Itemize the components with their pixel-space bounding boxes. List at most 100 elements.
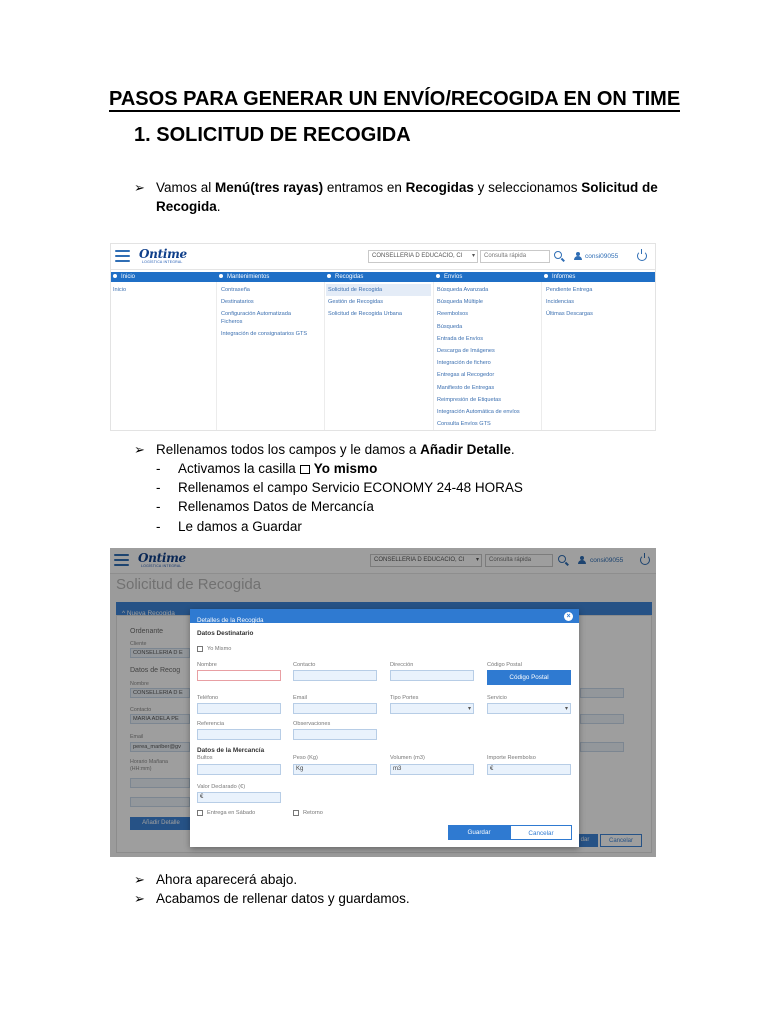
menu-head-recogidas[interactable]: Recogidas: [327, 272, 363, 282]
chevron-down-icon: ▾: [564, 706, 568, 712]
menu-item-envios[interactable]: Búsqueda Avanzada: [437, 284, 520, 296]
menu-item-envios[interactable]: Manifiesto de Entregas: [437, 382, 520, 394]
codigo-postal-button[interactable]: Código Postal: [487, 670, 571, 685]
menu-item-solicitud-urbana[interactable]: Solicitud de Recogida Urbana: [326, 308, 431, 320]
form-screenshot: Ontime LOGÍSTICA INTEGRAL CONSELLERIA D …: [110, 548, 656, 857]
datos-destinatario-heading: Datos Destinatario: [197, 630, 254, 637]
menu-item-configuracion-ficheros[interactable]: Configuración Automatizada Ficheros: [221, 308, 311, 328]
observaciones-input[interactable]: [293, 729, 377, 740]
referencia-input[interactable]: [197, 729, 281, 740]
yo-mismo-checkbox[interactable]: [197, 646, 203, 652]
menu-column-recogidas: Solicitud de Recogida Gestión de Recogid…: [326, 284, 431, 321]
menu-item-envios[interactable]: Integración Automática de envíos: [437, 406, 520, 418]
tipo-portes-label: Tipo Portes: [390, 695, 419, 701]
arrow-bullet-icon: ➢: [134, 180, 145, 195]
power-icon[interactable]: [637, 249, 647, 261]
retorno-checkbox[interactable]: [293, 810, 299, 816]
search-icon[interactable]: [554, 251, 562, 259]
guardar-button[interactable]: Guardar: [448, 825, 510, 840]
step-1-text: Vamos al Menú(tres rayas) entramos en Re…: [156, 180, 658, 214]
volumen-label: Volumen (m3): [390, 755, 425, 761]
menu-item-pendiente-entrega[interactable]: Pendiente Entrega: [546, 284, 593, 296]
modal-header: Detalles de la Recogida: [190, 609, 579, 624]
menu-item-incidencias[interactable]: Incidencias: [546, 296, 593, 308]
valor-declarado-label: Valor Declarado (€): [197, 784, 246, 790]
menu-column-envios: Búsqueda Avanzada Búsqueda Múltiple Reem…: [437, 284, 520, 430]
sub-step-3: - Rellenamos Datos de Mercancía: [156, 499, 374, 514]
nombre-input[interactable]: [197, 670, 281, 681]
sub-step-2: - Rellenamos el campo Servicio ECONOMY 24…: [156, 480, 523, 495]
menu-item-inicio[interactable]: Inicio: [113, 284, 126, 296]
step-4-text: Acabamos de rellenar datos y guardamos.: [156, 891, 410, 906]
menu-column-informes: Pendiente Entrega Incidencias Últimas De…: [546, 284, 593, 321]
app-topbar: Ontime LOGÍSTICA INTEGRAL CONSELLERIA D …: [111, 244, 655, 270]
bultos-label: Bultos: [197, 755, 213, 761]
entrega-sabado-checkbox[interactable]: [197, 810, 203, 816]
menu-head-informes[interactable]: Informes: [544, 272, 575, 282]
menu-head-mantenimientos[interactable]: Mantenimientos: [219, 272, 269, 282]
menu-item-gestion-recogidas[interactable]: Gestión de Recogidas: [326, 296, 431, 308]
importe-reembolso-label: Importe Reembolso: [487, 755, 536, 761]
peso-label: Peso (Kg): [293, 755, 318, 761]
menu-item-envios[interactable]: Reembolsos: [437, 308, 520, 320]
menu-item-envios[interactable]: Integración de fichero: [437, 357, 520, 369]
close-icon[interactable]: ×: [564, 612, 573, 621]
menu-column-mantenimientos: Contraseña Destinatarios Configuración A…: [221, 284, 311, 341]
section-title: 1. SOLICITUD DE RECOGIDA: [134, 124, 411, 146]
volumen-input[interactable]: m3: [390, 764, 474, 775]
menu-head-inicio[interactable]: Inicio: [113, 272, 135, 282]
ontime-logo: Ontime: [139, 247, 187, 261]
checkbox-icon: [299, 465, 310, 474]
menu-header-bar: Inicio Mantenimientos Recogidas Envíos I…: [111, 272, 655, 282]
chevron-down-icon: ▾: [467, 706, 471, 712]
bullet-step-4: ➢ Acabamos de rellenar datos y guardamos…: [134, 889, 674, 908]
yo-mismo-label: Yo Mismo: [207, 646, 232, 652]
email-input[interactable]: [293, 703, 377, 714]
retorno-label: Retorno: [303, 810, 323, 816]
menu-item-integracion-gts[interactable]: Integración de consignatarios GTS: [221, 328, 311, 340]
document-title: PASOS PARA GENERAR UN ENVÍO/RECOGIDA EN …: [109, 88, 681, 112]
servicio-label: Servicio: [487, 695, 507, 701]
arrow-bullet-icon: ➢: [134, 891, 145, 906]
datos-mercancia-heading: Datos de la Mercancía: [197, 747, 265, 754]
menu-item-envios[interactable]: Búsqueda: [437, 321, 520, 333]
chevron-down-icon: ▾: [471, 253, 475, 259]
importe-reembolso-input[interactable]: €: [487, 764, 571, 775]
bultos-input[interactable]: [197, 764, 281, 775]
menu-item-contrasena[interactable]: Contraseña: [221, 284, 311, 296]
arrow-bullet-icon: ➢: [134, 442, 145, 457]
hamburger-menu-icon[interactable]: [115, 250, 130, 262]
menu-head-envios[interactable]: Envíos: [436, 272, 462, 282]
sub-step-1: - Activamos la casilla Yo mismo: [156, 461, 378, 476]
bullet-step-1: ➢ Vamos al Menú(tres rayas) entramos en …: [134, 178, 674, 216]
company-select[interactable]: CONSELLERIA D EDUCACIO, CI ▾: [368, 250, 478, 263]
menu-item-solicitud-recogida[interactable]: Solicitud de Recogida: [326, 284, 431, 297]
peso-input[interactable]: Kg: [293, 764, 377, 775]
step-3-text: Ahora aparecerá abajo.: [156, 872, 298, 887]
username-label[interactable]: consi09055: [585, 253, 618, 260]
quick-search-input[interactable]: Consulta rápida: [480, 250, 550, 263]
menu-item-envios[interactable]: Consulta Envíos GTS: [437, 418, 520, 430]
tipo-portes-select[interactable]: ▾: [390, 703, 474, 714]
contacto-input[interactable]: [293, 670, 377, 681]
email-label: Email: [293, 695, 307, 701]
menu-column-inicio: Inicio: [113, 284, 126, 296]
direccion-input[interactable]: [390, 670, 474, 681]
user-icon: [574, 252, 582, 260]
menu-item-destinatarios[interactable]: Destinatarios: [221, 296, 311, 308]
step-2-text: Rellenamos todos los campos y le damos a…: [156, 442, 515, 457]
cancelar-button[interactable]: Cancelar: [510, 825, 572, 840]
codigo-postal-label: Código Postal: [487, 662, 522, 668]
telefono-label: Teléfono: [197, 695, 219, 701]
observaciones-label: Observaciones: [293, 721, 331, 727]
menu-item-envios[interactable]: Entrada de Envíos: [437, 333, 520, 345]
menu-item-envios[interactable]: Búsqueda Múltiple: [437, 296, 520, 308]
valor-declarado-input[interactable]: €: [197, 792, 281, 803]
menu-item-envios[interactable]: Reimpresión de Etiquetas: [437, 394, 520, 406]
telefono-input[interactable]: [197, 703, 281, 714]
menu-item-envios[interactable]: Entregas al Recogedor: [437, 369, 520, 381]
menu-screenshot: Ontime LOGÍSTICA INTEGRAL CONSELLERIA D …: [110, 243, 656, 431]
menu-item-envios[interactable]: Descarga de Imágenes: [437, 345, 520, 357]
menu-item-ultimas-descargas[interactable]: Últimas Descargas: [546, 308, 593, 320]
servicio-select[interactable]: ▾: [487, 703, 571, 714]
